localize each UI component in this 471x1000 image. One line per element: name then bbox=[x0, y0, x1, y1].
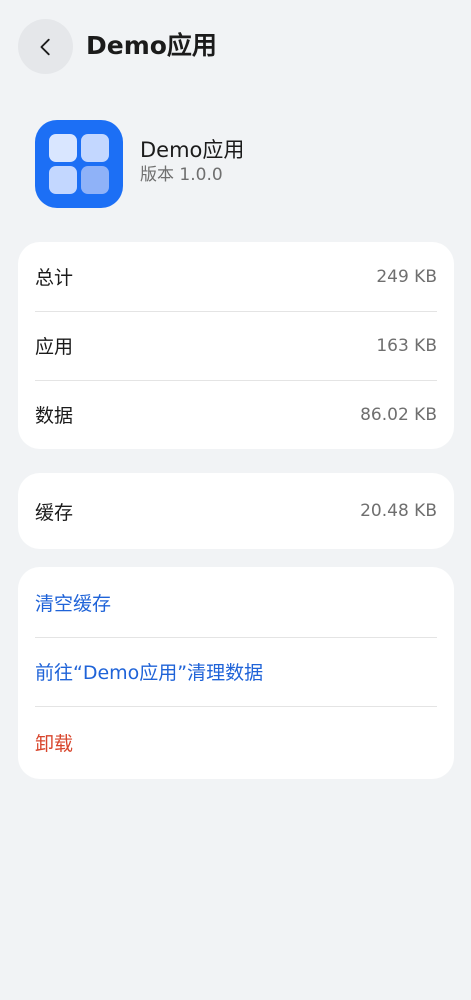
clear-cache-label: 清空缓存 bbox=[35, 592, 112, 615]
storage-row-total: 总计 249 KB bbox=[18, 242, 454, 311]
header: Demo应用 bbox=[0, 0, 471, 94]
row-label: 数据 bbox=[35, 405, 74, 427]
row-label: 缓存 bbox=[35, 501, 74, 524]
app-icon-tile bbox=[49, 166, 77, 194]
app-version: 版本 1.0.0 bbox=[140, 165, 223, 185]
back-button[interactable] bbox=[18, 19, 73, 74]
storage-row-data: 数据 86.02 KB bbox=[18, 380, 454, 449]
app-icon-tile bbox=[81, 134, 109, 162]
row-value: 163 KB bbox=[376, 335, 437, 356]
row-label: 总计 bbox=[35, 267, 74, 289]
row-value: 20.48 KB bbox=[360, 501, 437, 521]
row-value: 249 KB bbox=[376, 266, 437, 287]
row-value: 86.02 KB bbox=[360, 404, 437, 425]
app-info: Demo应用 版本 1.0.0 bbox=[0, 118, 471, 208]
actions-card: 清空缓存 前往“Demo应用”清理数据 卸载 bbox=[18, 567, 454, 779]
go-clear-data-label: 前往“Demo应用”清理数据 bbox=[35, 662, 264, 684]
row-label: 应用 bbox=[35, 336, 74, 358]
app-name: Demo应用 bbox=[140, 138, 245, 162]
cache-row: 缓存 20.48 KB bbox=[18, 473, 454, 549]
app-icon-tile bbox=[49, 134, 77, 162]
uninstall-label: 卸载 bbox=[35, 733, 74, 755]
cache-card: 缓存 20.48 KB bbox=[18, 473, 454, 549]
uninstall-button[interactable]: 卸载 bbox=[18, 706, 454, 779]
app-icon bbox=[35, 120, 123, 208]
page-title: Demo应用 bbox=[86, 31, 217, 60]
storage-card: 总计 249 KB 应用 163 KB 数据 86.02 KB bbox=[18, 242, 454, 449]
clear-cache-button[interactable]: 清空缓存 bbox=[18, 567, 454, 637]
chevron-left-icon bbox=[40, 38, 50, 55]
go-clear-data-button[interactable]: 前往“Demo应用”清理数据 bbox=[18, 637, 454, 706]
storage-row-app: 应用 163 KB bbox=[18, 311, 454, 380]
app-icon-tile bbox=[81, 166, 109, 194]
app-storage-page: Demo应用 Demo应用 版本 1.0.0 总计 249 KB 应用 163 … bbox=[0, 0, 471, 1000]
